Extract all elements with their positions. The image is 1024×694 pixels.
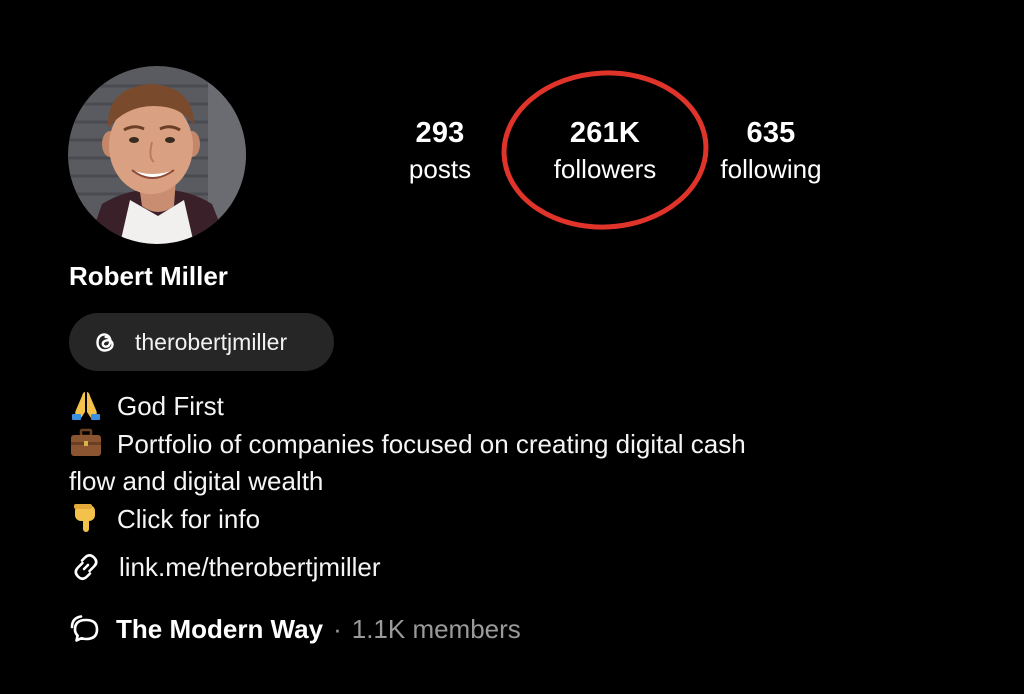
threads-badge-button[interactable]: therobertjmiller: [69, 313, 334, 371]
channel-name[interactable]: The Modern Way: [116, 614, 323, 645]
profile-link[interactable]: link.me/therobertjmiller: [69, 548, 381, 586]
bio-line: Portfolio of companies focused on creati…: [69, 426, 889, 464]
profile-avatar[interactable]: [68, 66, 246, 244]
bio-text-1: God First: [117, 391, 224, 421]
broadcast-channel-icon: [69, 613, 103, 645]
bio-text-2: Portfolio of companies focused on creati…: [117, 428, 746, 459]
bio-line: flow and digital wealth: [69, 463, 889, 501]
bio-text-4: Click for info: [117, 503, 261, 534]
folded-hands-icon: [69, 390, 103, 420]
channel-separator: ·: [333, 613, 342, 644]
broadcast-channel[interactable]: The Modern Way · 1.1K members: [69, 610, 521, 648]
channel-members-count: 1.1K members: [351, 613, 521, 644]
profile-name: Robert Miller: [69, 261, 228, 291]
briefcase-icon: [69, 428, 103, 458]
posts-count: 293: [415, 117, 465, 149]
bio-line: Click for info: [69, 501, 889, 539]
link-icon: [69, 550, 103, 584]
posts-label: posts: [408, 154, 472, 184]
followers-highlight-circle: [501, 70, 709, 230]
posts-stat[interactable]: 293 posts: [398, 116, 482, 186]
avatar-photo: [68, 66, 246, 244]
pointing-down-icon: [69, 503, 103, 533]
bio-line: God First: [69, 388, 889, 426]
threads-handle: therobertjmiller: [135, 328, 288, 355]
following-label: following: [720, 154, 822, 184]
profile-bio: God First Portfolio of companies focused…: [69, 388, 889, 538]
threads-icon: [91, 328, 119, 356]
following-count: 635: [746, 117, 796, 149]
profile-link-text[interactable]: link.me/therobertjmiller: [119, 552, 381, 583]
following-stat[interactable]: 635 following: [708, 116, 834, 186]
bio-text-3: flow and digital wealth: [69, 466, 324, 496]
